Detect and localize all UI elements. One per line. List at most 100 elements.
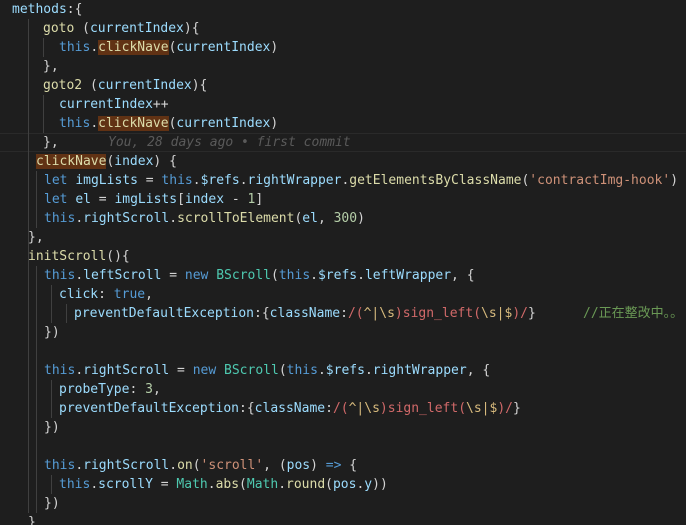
param-token: pos <box>286 458 311 473</box>
code-line-15[interactable]: this.leftScroll = new BScroll(this.$refs… <box>44 266 475 285</box>
this-token: this <box>59 477 91 492</box>
key-token: probeType <box>59 382 130 397</box>
param-token: currentIndex <box>97 78 192 93</box>
code-line-12[interactable]: this.rightScroll.scrollToElement(el, 300… <box>44 209 365 228</box>
this-token: this <box>44 211 76 226</box>
code-line-27[interactable]: }) <box>44 494 60 513</box>
method-token: abs <box>215 477 240 492</box>
code-line-18[interactable]: }) <box>44 323 60 342</box>
class-token: BScroll <box>216 268 272 283</box>
code-line-28[interactable]: } <box>28 513 36 525</box>
arg-token: el <box>302 211 318 226</box>
ref-token: rightWrapper <box>247 173 342 188</box>
code-editor[interactable]: methods:{ goto (currentIndex){ this.clic… <box>0 0 686 525</box>
this-token: this <box>286 363 318 378</box>
indent-guide <box>43 38 44 57</box>
code-line-14[interactable]: initScroll(){ <box>28 247 130 266</box>
code-line-10[interactable]: let imgLists = this.$refs.rightWrapper.g… <box>44 171 678 190</box>
code-line-7[interactable]: this.clickNave(currentIndex) <box>59 114 278 133</box>
indent-guide <box>43 95 44 133</box>
this-token: this <box>44 458 76 473</box>
indent-guide <box>51 380 52 418</box>
var-token: el <box>75 192 91 207</box>
indent-guide <box>28 19 29 513</box>
clicknave-highlight: clickNave <box>36 154 107 169</box>
key-token: preventDefaultException <box>59 401 240 416</box>
prop-token: rightScroll <box>83 211 170 226</box>
arg-token: currentIndex <box>176 116 271 131</box>
this-token: this <box>59 116 91 131</box>
regex-token: ^|\s <box>348 401 380 416</box>
regex-token: /( <box>332 401 349 416</box>
methods-token: methods <box>12 2 67 17</box>
this-token: this <box>59 40 91 55</box>
regex-token: \s|$ <box>481 306 513 321</box>
code-line-16[interactable]: click: true, <box>59 285 153 304</box>
let-keyword: let <box>44 192 68 207</box>
number-token: 3 <box>145 382 153 397</box>
prop-token: leftScroll <box>83 268 162 283</box>
code-line-6[interactable]: currentIndex++ <box>59 95 169 114</box>
param-token: index <box>114 154 154 169</box>
prop-token: rightScroll <box>83 363 170 378</box>
code-line-8[interactable]: }, <box>43 133 59 152</box>
ref-token: leftWrapper <box>364 268 452 283</box>
method-token: getElementsByClassName <box>349 173 522 188</box>
key-token: className <box>254 401 326 416</box>
indent-guide <box>36 171 37 228</box>
regex-token: )/ <box>512 306 528 321</box>
var-token: currentIndex <box>59 97 153 112</box>
code-line-2[interactable]: goto (currentIndex){ <box>43 19 200 38</box>
string-token: 'scroll' <box>200 458 264 473</box>
clicknave-highlight: clickNave <box>98 116 169 131</box>
goto2-token: goto2 <box>43 78 83 93</box>
code-line-11[interactable]: let el = imgLists[index - 1] <box>44 190 263 209</box>
comment-token: //正在整改中。。 <box>583 306 684 321</box>
var-token: pos <box>332 477 357 492</box>
code-line-1[interactable]: methods:{ <box>12 0 82 19</box>
code-line-4[interactable]: }, <box>43 57 59 76</box>
git-blame-annotation: You, 28 days ago • first commit <box>108 135 351 150</box>
var-token: index <box>184 192 225 207</box>
this-token: this <box>161 173 193 188</box>
new-keyword: new <box>192 363 217 378</box>
number-token: 300 <box>333 211 358 226</box>
code-line-5[interactable]: goto2 (currentIndex){ <box>43 76 207 95</box>
key-token: click <box>59 287 99 302</box>
regex-token: )/ <box>497 401 513 416</box>
goto-token: goto <box>43 21 75 36</box>
code-line-17[interactable]: preventDefaultException:{className:/(^|\… <box>74 304 536 323</box>
initscroll-token: initScroll <box>28 249 107 264</box>
code-line-23[interactable]: }) <box>44 418 60 437</box>
refs-token: $refs <box>200 173 240 188</box>
indent-guide <box>66 304 67 323</box>
method-token: round <box>286 477 326 492</box>
regex-token: /( <box>347 306 364 321</box>
ref-token: rightWrapper <box>372 363 467 378</box>
code-line-13[interactable]: }, <box>28 228 44 247</box>
code-line-25[interactable]: this.rightScroll.on('scroll', (pos) => { <box>44 456 357 475</box>
this-token: this <box>278 268 311 283</box>
this-token: this <box>44 268 76 283</box>
code-line-20[interactable]: this.rightScroll = new BScroll(this.$ref… <box>44 361 490 380</box>
class-token: Math <box>246 477 279 492</box>
bool-token: true <box>113 287 146 302</box>
regex-token: \s|$ <box>466 401 498 416</box>
prop-token: y <box>364 477 373 492</box>
var-token: imgLists <box>75 173 138 188</box>
code-line-9[interactable]: clickNave(index) { <box>36 152 177 171</box>
code-line-3[interactable]: this.clickNave(currentIndex) <box>59 38 278 57</box>
code-line-26[interactable]: this.scrollY = Math.abs(Math.round(pos.y… <box>59 475 388 494</box>
let-keyword: let <box>44 173 68 188</box>
clicknave-highlight: clickNave <box>98 40 169 55</box>
code-line-22[interactable]: preventDefaultException:{className:/(^|\… <box>59 399 521 418</box>
code-line-21[interactable]: probeType: 3, <box>59 380 161 399</box>
arg-token: currentIndex <box>176 40 271 55</box>
indent-guide <box>36 266 37 513</box>
method-token: on <box>177 458 193 473</box>
key-token: className <box>269 306 341 321</box>
class-token: Math <box>176 477 208 492</box>
prop-token: rightScroll <box>83 458 170 473</box>
refs-token: $refs <box>317 268 358 283</box>
this-token: this <box>44 363 76 378</box>
